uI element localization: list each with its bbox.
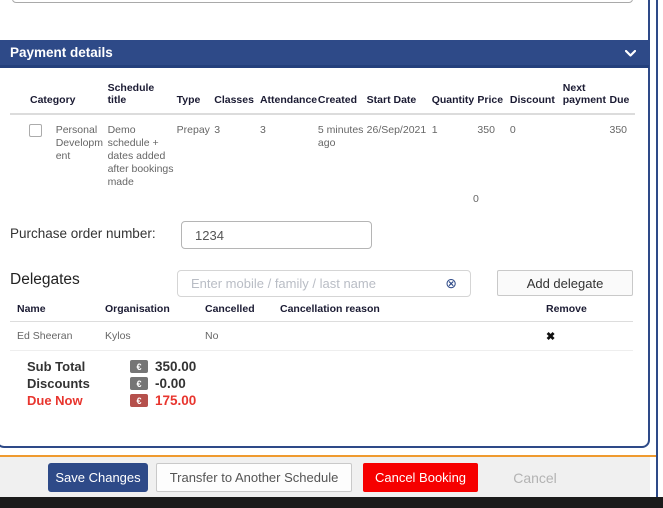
cell-schedule-title: Demo schedule + dates added after bookin… (108, 114, 177, 189)
col-cancelled: Cancelled (198, 303, 273, 322)
cell-created: 5 minutes ago (318, 114, 367, 189)
discounts-label: Discounts (27, 376, 130, 391)
delegates-table: Name Organisation Cancelled Cancellation… (10, 303, 633, 351)
payment-details-header[interactable]: Payment details (0, 40, 649, 68)
col-discount: Discount (510, 82, 563, 114)
due-now-value: 175.00 (155, 393, 196, 408)
price-total-value: 0 (473, 193, 479, 205)
cell-type: Prepay (177, 114, 215, 189)
col-category: Category (10, 82, 108, 114)
cell-delegate-cancellation-reason (273, 322, 539, 351)
col-organisation: Organisation (98, 303, 198, 322)
bottom-black-bar (0, 497, 663, 508)
cell-delegate-name: Ed Sheeran (10, 322, 98, 351)
col-price: Price (477, 82, 510, 114)
cell-quantity: 1 (432, 114, 478, 189)
booking-row-checkbox[interactable] (29, 124, 42, 137)
cell-delegate-organisation: Kylos (98, 322, 198, 351)
save-changes-button[interactable]: Save Changes (48, 463, 148, 492)
col-remove: Remove (539, 303, 633, 322)
add-delegate-button[interactable]: Add delegate (497, 270, 633, 296)
delegate-search-wrap: ⊗ (177, 270, 471, 297)
col-quantity: Quantity (432, 82, 478, 114)
remove-delegate-icon[interactable]: ✖ (546, 331, 555, 343)
payment-table: Category Schedule title Type Classes Att… (10, 82, 635, 189)
delegates-header-row: Name Organisation Cancelled Cancellation… (10, 303, 633, 322)
transfer-schedule-button[interactable]: Transfer to Another Schedule (156, 463, 352, 492)
subtotal-row: Sub Total € 350.00 (27, 358, 196, 375)
col-cancellation-reason: Cancellation reason (273, 303, 539, 322)
section-title: Payment details (10, 45, 113, 60)
purchase-order-input[interactable] (181, 221, 372, 249)
delegates-label: Delegates (10, 271, 80, 289)
col-next-payment: Next payment (563, 82, 610, 114)
cell-attendance: 3 (260, 114, 318, 189)
modal-footer: Save Changes Transfer to Another Schedul… (0, 457, 650, 497)
col-name: Name (10, 303, 98, 322)
col-attendance: Attendance (260, 82, 318, 114)
discounts-row: Discounts € -0.00 (27, 375, 196, 392)
chevron-down-icon[interactable] (625, 50, 636, 57)
col-start-date: Start Date (367, 82, 432, 114)
notes-textarea[interactable] (12, 0, 633, 3)
clear-circle-icon[interactable]: ⊗ (445, 275, 457, 291)
due-now-row: Due Now € 175.00 (27, 392, 196, 409)
totals-block: Sub Total € 350.00 Discounts € -0.00 Due… (27, 358, 196, 409)
cell-start-date: 26/Sep/2021 (367, 114, 432, 189)
discounts-value: -0.00 (155, 376, 186, 391)
purchase-order-label: Purchase order number: (10, 226, 156, 241)
modal-right-border (656, 0, 658, 497)
cell-category: Personal Development (56, 114, 108, 189)
cancel-link[interactable]: Cancel (500, 470, 570, 486)
cell-price: 350 (477, 114, 510, 189)
cell-discount: 0 (510, 114, 563, 189)
payment-table-row: Personal Development Demo schedule + dat… (10, 114, 635, 189)
delegate-search-input[interactable] (177, 270, 471, 297)
cell-due: 350 (610, 114, 636, 189)
payment-table-header-row: Category Schedule title Type Classes Att… (10, 82, 635, 114)
col-classes: Classes (214, 82, 260, 114)
col-created: Created (318, 82, 367, 114)
subtotal-value: 350.00 (155, 359, 196, 374)
col-type: Type (177, 82, 215, 114)
due-now-label: Due Now (27, 393, 130, 408)
col-due: Due (610, 82, 636, 114)
cancel-booking-button[interactable]: Cancel Booking (363, 463, 478, 492)
booking-payment-modal: Payment details Category Schedule title … (0, 0, 663, 508)
cell-delegate-cancelled: No (198, 322, 273, 351)
euro-badge-icon: € (130, 377, 148, 390)
delegate-row: Ed Sheeran Kylos No ✖ (10, 322, 633, 351)
subtotal-label: Sub Total (27, 359, 130, 374)
col-schedule-title: Schedule title (108, 82, 177, 114)
cell-next-payment (563, 114, 610, 189)
euro-badge-icon: € (130, 360, 148, 373)
cell-classes: 3 (214, 114, 260, 189)
euro-badge-icon: € (130, 394, 148, 407)
